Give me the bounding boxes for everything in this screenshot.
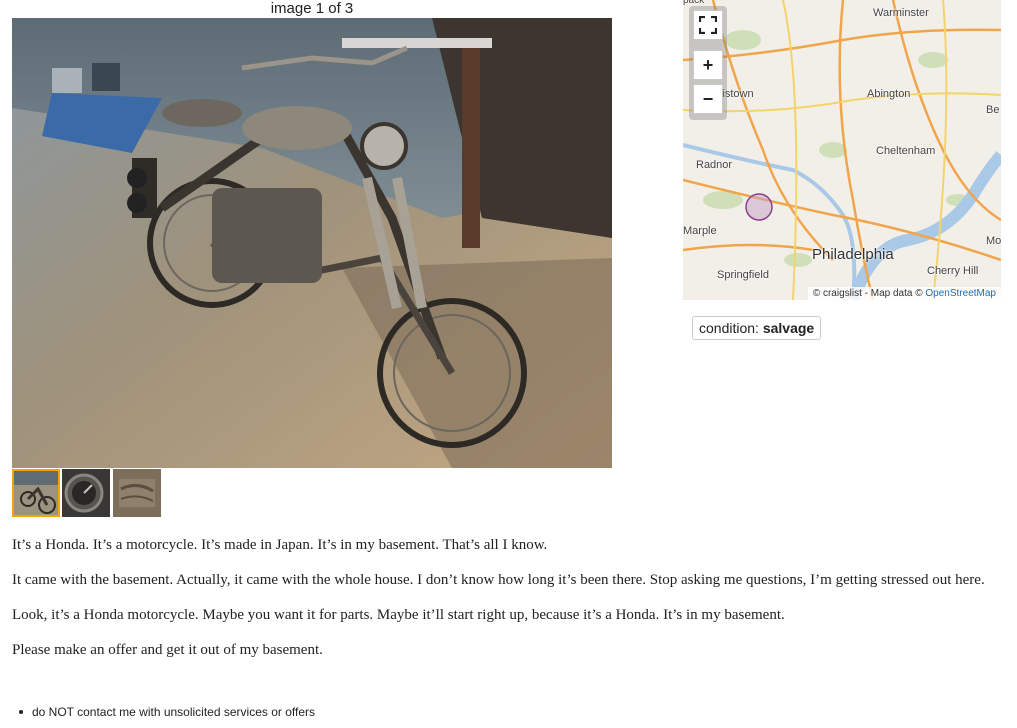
gauge-thumb-image: [62, 469, 110, 517]
condition-label: condition:: [699, 320, 763, 336]
condition-attribute: condition: salvage: [692, 316, 822, 340]
posting-paragraph: Look, it’s a Honda motorcycle. Maybe you…: [12, 607, 785, 623]
map-label-cheltenham: Cheltenham: [876, 145, 936, 157]
map-label-marple: Marple: [683, 225, 717, 237]
notice-item: do NOT contact me with unsolicited servi…: [12, 704, 315, 720]
openstreetmap-link[interactable]: OpenStreetMap: [925, 288, 996, 299]
map-label-edge-be: Be: [986, 104, 1000, 116]
map-label-springfield: Springfield: [717, 269, 769, 281]
map-controls: + −: [689, 6, 727, 120]
location-map[interactable]: Warminster pack Norristown Abington Be R…: [683, 0, 1001, 300]
motorcycle-photo: [12, 18, 612, 468]
notices-list: do NOT contact me with unsolicited servi…: [12, 704, 315, 720]
posting-paragraph: It’s a Honda. It’s a motorcycle. It’s ma…: [12, 537, 548, 553]
thumbnail-gauge[interactable]: [62, 469, 110, 517]
attribution-text: © craigslist - Map data ©: [812, 288, 926, 299]
posting-body: It’s a Honda. It’s a motorcycle. It’s ma…: [12, 536, 1002, 676]
engine-detail-thumb-image: [113, 469, 161, 517]
map-attribution: © craigslist - Map data © OpenStreetMap: [807, 287, 1001, 300]
map-label-edge-mo: Mo: [986, 235, 1001, 247]
map-label-abington: Abington: [867, 88, 911, 100]
main-listing-image[interactable]: [12, 18, 612, 468]
zoom-out-button[interactable]: −: [693, 84, 723, 114]
map-label-cherry-hill: Cherry Hill: [927, 265, 979, 277]
map-label-philadelphia: Philadelphia: [812, 246, 894, 263]
condition-value: salvage: [762, 320, 815, 336]
fullscreen-button[interactable]: [693, 10, 723, 40]
map-label-radnor: Radnor: [696, 159, 733, 171]
thumbnail-engine-detail[interactable]: [113, 469, 161, 517]
image-counter: image 1 of 3: [270, 0, 354, 17]
motorcycle-thumb-image: [14, 471, 58, 515]
posting-paragraph: It came with the basement. Actually, it …: [12, 572, 985, 588]
map-label-warminster: Warminster: [873, 7, 929, 19]
zoom-in-button[interactable]: +: [693, 50, 723, 80]
fullscreen-icon: [699, 16, 717, 34]
posting-paragraph: Please make an offer and get it out of m…: [12, 642, 323, 658]
thumbnail-motorcycle[interactable]: [12, 469, 60, 517]
